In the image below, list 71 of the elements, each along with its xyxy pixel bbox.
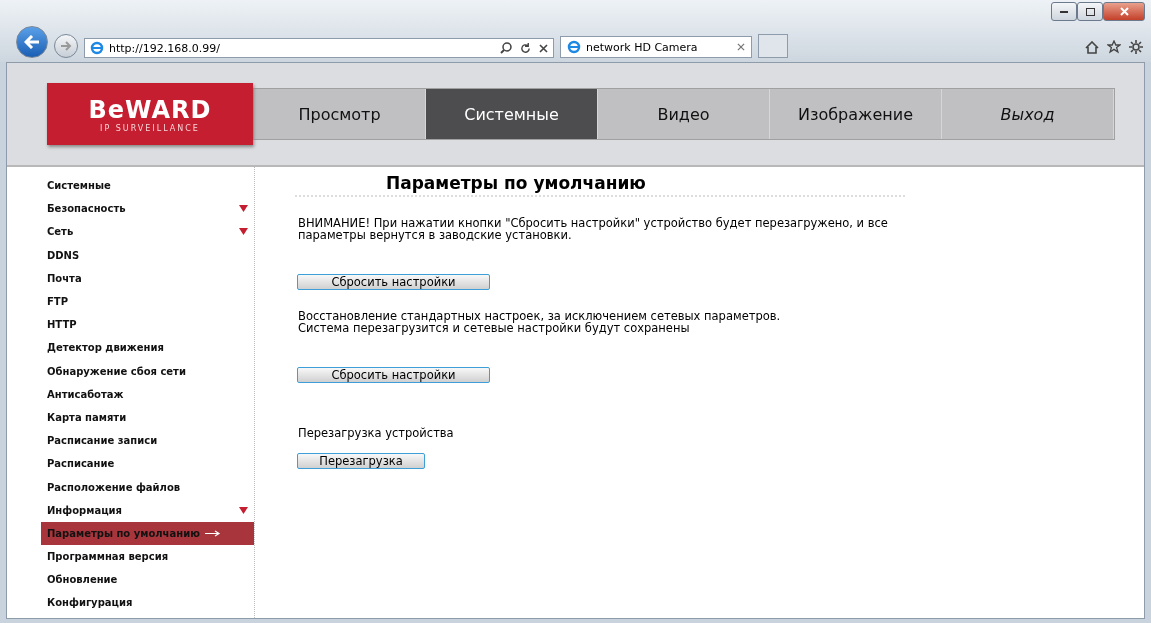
- close-button[interactable]: [1103, 2, 1145, 21]
- sidebar-item[interactable]: Системные: [41, 174, 254, 198]
- close-icon[interactable]: [539, 43, 548, 53]
- sidebar-label: Расположение файлов: [47, 481, 181, 493]
- sidebar-item[interactable]: Программная версия: [41, 545, 254, 569]
- refresh-icon[interactable]: [520, 42, 531, 54]
- search-icon[interactable]: [500, 42, 512, 54]
- minimize-button[interactable]: [1051, 2, 1077, 21]
- arrow-icon: [204, 529, 221, 537]
- sidebar-label: Почта: [47, 272, 82, 284]
- description-text: ВНИМАНИЕ! При нажатии кнопки "Сбросить настройки" устройство будет перезагружено, и все параметры вернутся в заводские установки.: [298, 217, 889, 242]
- sidebar-label: Сеть: [47, 226, 74, 238]
- star-icon[interactable]: [1107, 40, 1121, 54]
- sidebar-item[interactable]: HTTP: [41, 313, 254, 337]
- sidebar-item[interactable]: Обнаружение сбоя сети: [41, 359, 254, 383]
- home-icon[interactable]: [1085, 40, 1099, 54]
- sidebar-label: Антисаботаж: [47, 388, 124, 400]
- browser-logo-icon: [90, 41, 104, 55]
- page-title: Параметры по умолчанию: [295, 173, 905, 197]
- sidebar-item[interactable]: Расположение файлов: [41, 475, 254, 499]
- sidebar-item[interactable]: FTP: [41, 289, 254, 314]
- browser-tab[interactable]: network HD Camera: [560, 36, 752, 58]
- back-button[interactable]: [16, 26, 48, 58]
- sidebar-label: Программная версия: [47, 551, 169, 563]
- tab-title: network HD Camera: [586, 40, 698, 54]
- browser-logo-icon: [567, 40, 581, 54]
- sidebar-item[interactable]: Обновление: [41, 568, 254, 592]
- close-icon[interactable]: [737, 43, 745, 51]
- sidebar-label: Информация: [47, 504, 122, 516]
- sidebar-item[interactable]: Конфигурация: [41, 591, 254, 615]
- description-text: Восстановление стандартных настроек, за исключением сетевых параметров. Система перезагрузится и сетевые настройки будут сохранены: [298, 310, 782, 335]
- sidebar-label: DDNS: [47, 249, 80, 261]
- logo-text: BeWARD: [88, 95, 212, 124]
- sidebar-item[interactable]: DDNS: [41, 243, 254, 267]
- sidebar-label: Безопасность: [47, 203, 126, 215]
- action-button[interactable]: Сбросить настройки: [297, 367, 490, 384]
- sidebar-item[interactable]: Сеть: [41, 220, 254, 244]
- sidebar-item[interactable]: Почта: [41, 266, 254, 290]
- sidebar-item[interactable]: Расписание: [41, 452, 254, 476]
- logo-tagline: IP SURVEILLANCE: [100, 123, 200, 133]
- arrow-right-icon: [60, 41, 72, 51]
- sidebar-label: Конфигурация: [47, 597, 133, 609]
- sidebar-item[interactable]: Детектор движения: [41, 336, 254, 360]
- sidebar-label: Расписание: [47, 458, 115, 470]
- arrow-left-icon: [24, 35, 40, 49]
- sidebar-item[interactable]: Безопасность: [41, 197, 254, 221]
- url-text: http://192.168.0.99/: [109, 41, 220, 55]
- sidebar-label: Расписание записи: [47, 435, 158, 447]
- address-bar[interactable]: http://192.168.0.99/: [84, 38, 554, 58]
- sidebar-label: Детектор движения: [47, 342, 164, 354]
- settings-icon[interactable]: [1129, 40, 1143, 54]
- sidebar-label: FTP: [47, 296, 68, 308]
- sidebar-label: Карта памяти: [47, 411, 127, 423]
- sidebar-item[interactable]: Информация: [41, 498, 254, 522]
- sidebar-label: Обновление: [47, 574, 118, 586]
- sidebar-label: HTTP: [47, 319, 77, 331]
- sidebar-label: Обнаружение сбоя сети: [47, 365, 186, 377]
- sidebar-item[interactable]: Антисаботаж: [41, 382, 254, 406]
- close-icon: [1119, 7, 1129, 16]
- sidebar-item[interactable]: Расписание записи: [41, 429, 254, 453]
- action-button[interactable]: Перезагрузка: [297, 453, 425, 470]
- nav-tab[interactable]: Системные: [426, 89, 598, 139]
- description-text: Перезагрузка устройства: [298, 427, 455, 440]
- action-button[interactable]: Сбросить настройки: [297, 274, 490, 291]
- forward-button[interactable]: [54, 34, 78, 58]
- maximize-icon: [1085, 7, 1095, 16]
- sidebar-label: Параметры по умолчанию: [47, 527, 200, 539]
- sidebar-label: Системные: [47, 180, 111, 192]
- minimize-icon: [1060, 10, 1068, 13]
- maximize-button[interactable]: [1077, 2, 1103, 21]
- sidebar-item[interactable]: Карта памяти: [41, 405, 254, 430]
